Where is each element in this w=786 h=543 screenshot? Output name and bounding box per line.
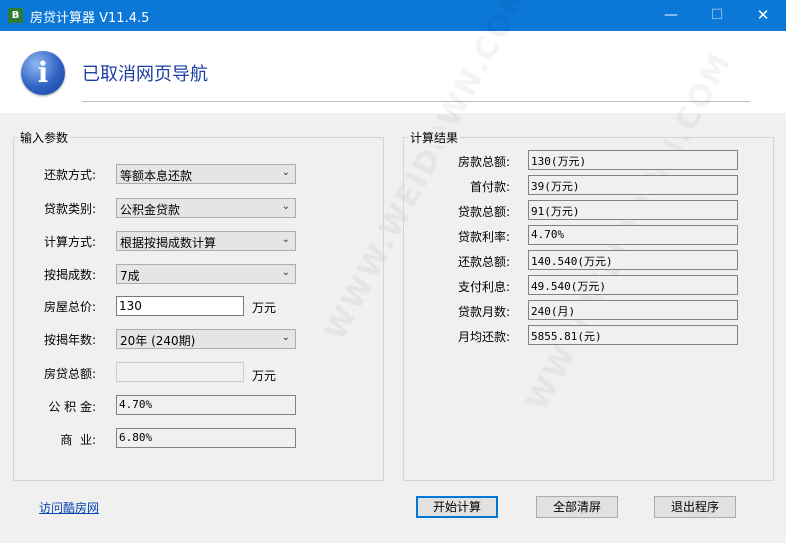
commercial-rate-field[interactable]: 6.80%	[116, 428, 296, 448]
close-button[interactable]: ✕	[740, 0, 786, 31]
minimize-button[interactable]: —	[648, 0, 694, 31]
result-label: 贷款月数:	[457, 305, 510, 319]
repay-method-label: 还款方式:	[43, 168, 96, 182]
house-price-label: 房屋总价:	[43, 300, 96, 314]
chevron-down-icon: ⌄	[281, 234, 290, 245]
result-value[interactable]: 130(万元)	[528, 150, 738, 170]
result-value[interactable]: 240(月)	[528, 300, 738, 320]
result-label: 支付利息:	[457, 280, 510, 294]
result-label: 贷款总额:	[457, 205, 510, 219]
mortgage-ratio-select[interactable]: 7成 ⌄	[116, 264, 296, 284]
mortgage-years-value: 20年 (240期)	[120, 334, 196, 348]
provident-rate-field[interactable]: 4.70%	[116, 395, 296, 415]
loan-type-value: 公积金贷款	[120, 203, 181, 217]
visit-kufang-link[interactable]: 访问酷房网	[39, 499, 99, 516]
result-label: 首付款:	[469, 180, 510, 194]
result-label: 月均还款:	[457, 330, 510, 344]
loan-type-label: 贷款类别:	[43, 202, 96, 216]
input-group-label: 输入参数	[18, 129, 71, 146]
result-label: 还款总额:	[457, 255, 510, 269]
calc-method-value: 根据按揭成数计算	[120, 236, 217, 250]
exit-button[interactable]: 退出程序	[654, 496, 736, 518]
calc-method-label: 计算方式:	[43, 235, 96, 249]
result-group-label: 计算结果	[408, 129, 461, 146]
mortgage-ratio-value: 7成	[120, 269, 140, 283]
calc-method-select[interactable]: 根据按揭成数计算 ⌄	[116, 231, 296, 251]
mortgage-years-select[interactable]: 20年 (240期) ⌄	[116, 329, 296, 349]
result-value[interactable]: 4.70%	[528, 225, 738, 245]
result-value[interactable]: 140.540(万元)	[528, 250, 738, 270]
house-price-unit: 万元	[252, 301, 277, 315]
loan-total-unit: 万元	[252, 369, 277, 383]
mortgage-ratio-label: 按揭成数:	[43, 268, 96, 282]
chevron-down-icon: ⌄	[281, 332, 290, 343]
clear-all-button[interactable]: 全部清屏	[536, 496, 618, 518]
mortgage-years-label: 按揭年数:	[43, 333, 96, 347]
result-label: 贷款利率:	[457, 230, 510, 244]
house-price-input[interactable]: 130	[116, 296, 244, 316]
banner-divider	[82, 101, 750, 102]
info-icon: i	[21, 51, 65, 95]
result-value[interactable]: 49.540(万元)	[528, 275, 738, 295]
banner-title: 已取消网页导航	[82, 64, 208, 85]
result-value[interactable]: 5855.81(元)	[528, 325, 738, 345]
loan-total-input	[116, 362, 244, 382]
chevron-down-icon: ⌄	[281, 167, 290, 178]
maximize-button[interactable]: ☐	[694, 0, 740, 31]
window-title: 房贷计算器 V11.4.5	[30, 11, 150, 26]
start-calc-button[interactable]: 开始计算	[416, 496, 498, 518]
result-value[interactable]: 39(万元)	[528, 175, 738, 195]
loan-total-label: 房贷总额:	[43, 367, 96, 381]
title-bar[interactable]: B 房贷计算器 V11.4.5 — ☐ ✕	[0, 0, 786, 31]
result-value[interactable]: 91(万元)	[528, 200, 738, 220]
repay-method-value: 等额本息还款	[120, 169, 193, 183]
repay-method-select[interactable]: 等额本息还款 ⌄	[116, 164, 296, 184]
chevron-down-icon: ⌄	[281, 201, 290, 212]
calculator-app-icon: B	[8, 8, 23, 23]
commercial-rate-label: 商 业:	[60, 433, 96, 447]
loan-type-select[interactable]: 公积金贷款 ⌄	[116, 198, 296, 218]
chevron-down-icon: ⌄	[281, 267, 290, 278]
result-label: 房款总额:	[457, 155, 510, 169]
provident-rate-label: 公 积 金:	[48, 400, 96, 414]
